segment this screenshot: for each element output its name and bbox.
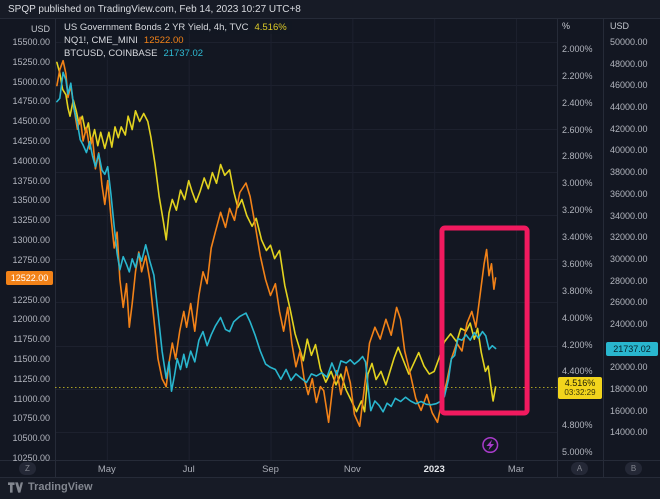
yield-price-badge: 4.516% 03:32:29 [558,377,602,399]
legend-row[interactable]: BTCUSD, COINBASE 21737.02 [61,47,208,60]
legend-symbol-value: 12522.00 [144,35,184,46]
legend-row[interactable]: US Government Bonds 2 YR Yield, 4h, TVC 4… [61,21,292,34]
nq-price-badge: 12522.00 [6,271,53,285]
time-scale[interactable] [55,460,557,477]
legend-symbol-title: US Government Bonds 2 YR Yield, 4h, TVC [64,22,248,33]
right-price-scale[interactable] [603,19,660,460]
legend-symbol-value: 4.516% [254,22,286,33]
right-scale-mode-button[interactable]: B [625,462,642,475]
publish-bar: SPQP published on TradingView.com, Feb 1… [0,0,660,19]
legend-row[interactable]: NQ1!, CME_MINI 12522.00 [61,34,189,47]
bar-countdown: 03:32:29 [558,388,602,398]
chart-plot-area[interactable] [55,19,557,460]
tradingview-brand-text: TradingView [28,481,93,493]
legend-symbol-title: NQ1!, CME_MINI [64,35,138,46]
btc-price-badge: 21737.02 [606,342,658,356]
symbol-legend: US Government Bonds 2 YR Yield, 4h, TVC 4… [61,21,292,60]
tradingview-chart-window: SPQP published on TradingView.com, Feb 1… [0,0,660,499]
pct-scale-mode-button[interactable]: A [571,462,588,475]
publish-text: SPQP published on TradingView.com, Feb 1… [8,4,301,15]
yield-badge-value: 4.516% [558,378,602,388]
footer-strip [0,478,660,499]
tradingview-logo-icon [8,482,23,493]
left-price-scale[interactable] [0,19,55,460]
legend-symbol-value: 21737.02 [163,48,203,59]
legend-symbol-title: BTCUSD, COINBASE [64,48,157,59]
tradingview-attribution[interactable]: TradingView [8,481,93,493]
left-scale-mode-button[interactable]: Z [19,462,36,475]
